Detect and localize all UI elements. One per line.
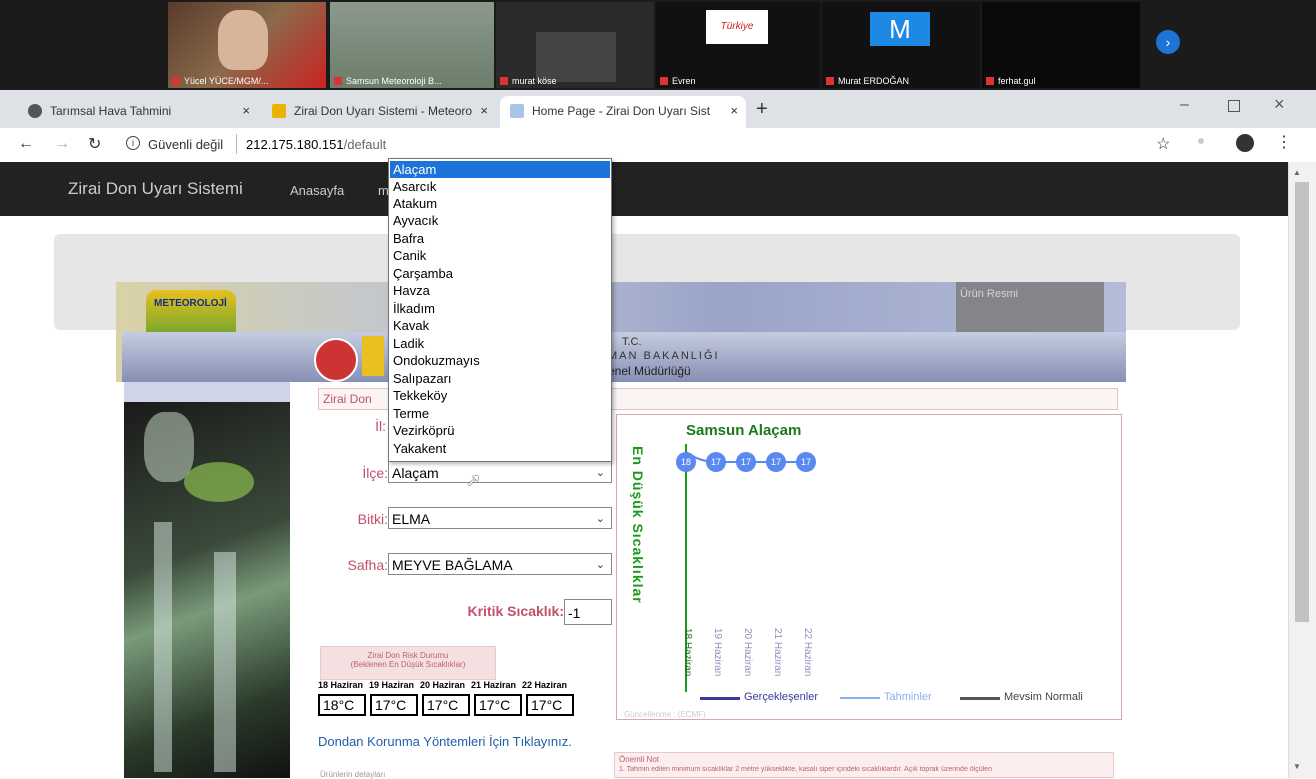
dropdown-option[interactable]: Asarcık	[390, 178, 610, 195]
dropdown-option[interactable]: Atakum	[390, 195, 610, 212]
ilce-dropdown-list[interactable]: Alaçam Asarcık Atakum Ayvacık Bafra Cani…	[388, 158, 612, 462]
x-tick-label: 18 Haziran	[682, 628, 693, 677]
dropdown-option[interactable]: Kavak	[390, 317, 610, 334]
legend-swatch	[840, 697, 880, 699]
legend-swatch	[960, 697, 1000, 700]
legend-item: Mevsim Normali	[1004, 691, 1083, 703]
x-tick-label: 19 Haziran	[712, 628, 723, 677]
data-point: 17	[706, 452, 726, 472]
dropdown-option[interactable]: Terme	[390, 405, 610, 422]
dropdown-option[interactable]: Vezirköprü	[390, 422, 610, 439]
x-tick-label: 20 Haziran	[742, 628, 753, 677]
dropdown-option[interactable]: Bafra	[390, 230, 610, 247]
dropdown-option[interactable]: Salıpazarı	[390, 370, 610, 387]
x-tick-label: 22 Haziran	[802, 628, 813, 677]
legend-item: Gerçekleşenler	[744, 691, 818, 703]
dropdown-option[interactable]: Ladik	[390, 335, 610, 352]
dropdown-option[interactable]: Ayvacık	[390, 212, 610, 229]
dropdown-option[interactable]: Tekkeköy	[390, 387, 610, 404]
legend-item: Tahminler	[884, 691, 932, 703]
dropdown-option[interactable]: Ondokuzmayıs	[390, 352, 610, 369]
dropdown-option[interactable]: Yakakent	[390, 440, 610, 457]
dropdown-option[interactable]: İlkadım	[390, 300, 610, 317]
data-point: 17	[796, 452, 816, 472]
legend-swatch	[700, 697, 740, 700]
dropdown-option-selected[interactable]: Alaçam	[390, 161, 610, 178]
x-tick-label: 21 Haziran	[772, 628, 783, 677]
chart-series-svg	[685, 451, 808, 463]
chart-updated: Güncellenme : (ECMF)	[624, 710, 706, 719]
data-point: 18	[676, 452, 696, 472]
data-point: 17	[766, 452, 786, 472]
dropdown-option[interactable]: Havza	[390, 282, 610, 299]
dropdown-option[interactable]: Canik	[390, 247, 610, 264]
dropdown-option[interactable]: Çarşamba	[390, 265, 610, 282]
data-point: 17	[736, 452, 756, 472]
